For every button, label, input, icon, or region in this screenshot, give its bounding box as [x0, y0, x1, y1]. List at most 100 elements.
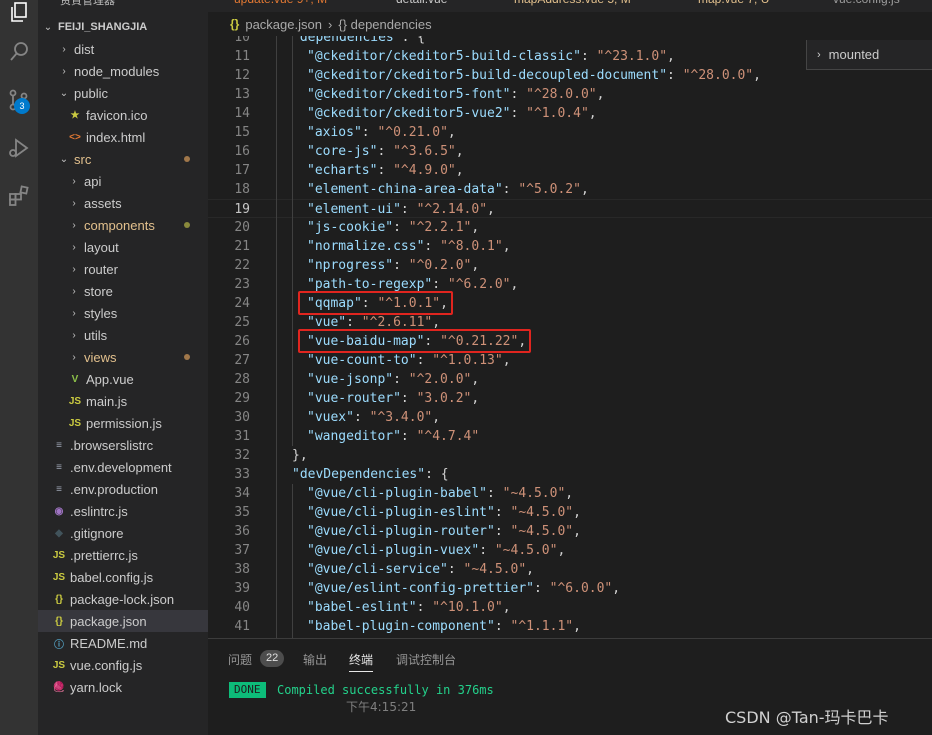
explorer-item-label: store	[84, 283, 113, 299]
tab-problems[interactable]: 问题	[228, 651, 252, 668]
code-text: "vue-jsonp": "^2.0.0",	[307, 372, 480, 387]
line-number: 20	[234, 220, 250, 235]
explorer-item-label: router	[84, 261, 118, 277]
extensions-icon[interactable]	[0, 176, 38, 216]
explorer-item[interactable]: ★ favicon.ico	[38, 104, 208, 126]
line-number: 22	[234, 258, 250, 273]
file-type-icon: ◉	[54, 505, 64, 517]
file-type-icon: ⓘ	[54, 639, 64, 651]
file-type-icon: ≡	[56, 461, 62, 473]
file-type-icon: ◆	[55, 527, 63, 539]
code-text: "@vue/cli-plugin-babel": "~4.5.0",	[307, 486, 574, 501]
explorer-item[interactable]: › assets	[38, 192, 208, 214]
explorer-item[interactable]: ⌄ public	[38, 82, 208, 104]
explorer-item[interactable]: {} package-lock.json	[38, 588, 208, 610]
explorer-item-label: App.vue	[86, 371, 134, 387]
search-icon[interactable]	[0, 32, 38, 72]
explorer-item[interactable]: JS babel.config.js	[38, 566, 208, 588]
code-text: "babel-eslint": "^10.1.0",	[307, 600, 511, 615]
chevron-right-icon: ›	[817, 48, 821, 61]
breadcrumb-file[interactable]: package.json	[245, 17, 322, 32]
explorer-item-label: favicon.ico	[86, 107, 148, 123]
chevron-right-icon: ›	[72, 329, 76, 341]
explorer-item[interactable]: ≡ .env.production	[38, 478, 208, 500]
editor-tab[interactable]: update.vue 9+, M	[234, 0, 327, 12]
modified-dot	[184, 354, 190, 360]
explorer-item-label: views	[84, 349, 117, 365]
code-line: 17 "echarts": "^4.9.0",	[208, 161, 932, 180]
explorer-item[interactable]: {} package.json	[38, 610, 208, 632]
explorer-item-label: styles	[84, 305, 118, 321]
explorer-item-label: assets	[84, 195, 122, 211]
breadcrumb-node[interactable]: {} dependencies	[338, 17, 431, 32]
explorer-item[interactable]: ◉ .eslintrc.js	[38, 500, 208, 522]
line-number: 27	[234, 353, 250, 368]
explorer-item[interactable]: ⌄ src	[38, 148, 208, 170]
explorer-item[interactable]: JS .prettierrc.js	[38, 544, 208, 566]
line-number: 28	[234, 372, 250, 387]
explorer-item[interactable]: JS main.js	[38, 390, 208, 412]
code-text: "vue-router": "3.0.2",	[307, 391, 480, 406]
explorer-item-label: .env.production	[70, 481, 158, 497]
tab-debug-console[interactable]: 调试控制台	[396, 651, 456, 668]
explorer-item[interactable]: ⓘ README.md	[38, 632, 208, 654]
line-number: 16	[234, 144, 250, 159]
explorer-item-label: README.md	[70, 635, 148, 651]
explorer-item[interactable]: 🧶 yarn.lock	[38, 676, 208, 698]
explorer-item[interactable]: › styles	[38, 302, 208, 324]
explorer-item[interactable]: › components	[38, 214, 208, 236]
chevron-right-icon: ›	[62, 43, 66, 55]
explorer-item[interactable]: JS vue.config.js	[38, 654, 208, 676]
explorer-item[interactable]: › node_modules	[38, 60, 208, 82]
explorer-item-label: vue.config.js	[70, 657, 143, 673]
chevron-right-icon: ›	[72, 219, 76, 231]
line-number: 41	[234, 619, 250, 634]
explorer-item[interactable]: › store	[38, 280, 208, 302]
explorer-item-label: package.json	[70, 613, 147, 629]
explorer-item[interactable]: JS permission.js	[38, 412, 208, 434]
explorer-item[interactable]: ≡ .env.development	[38, 456, 208, 478]
explorer-item[interactable]: ≡ .browserslistrc	[38, 434, 208, 456]
code-text: "@vue/eslint-config-prettier": "^6.0.0",	[307, 581, 621, 596]
editor-tab[interactable]: mapAddress.vue 5, M	[514, 0, 631, 12]
explorer-root[interactable]: ⌄ FEIJI_SHANGJIA	[38, 16, 208, 38]
file-type-icon: <>	[69, 131, 81, 143]
explorer-item-label: dist	[74, 41, 95, 57]
explorer-item-label: public	[74, 85, 108, 101]
explorer-item[interactable]: <> index.html	[38, 126, 208, 148]
explorer-item[interactable]: › router	[38, 258, 208, 280]
line-number: 29	[234, 391, 250, 406]
code-line: 29 "vue-router": "3.0.2",	[208, 389, 932, 408]
explorer-item[interactable]: › views	[38, 346, 208, 368]
editor-tab[interactable]: map.vue 7, U	[698, 0, 769, 12]
tab-terminal[interactable]: 终端	[349, 651, 374, 672]
code-line: 15 "axios": "^0.21.0",	[208, 123, 932, 142]
explorer-item-label: package-lock.json	[70, 591, 175, 607]
code-line: 22 "nprogress": "^0.2.0",	[208, 256, 932, 275]
explorer-item[interactable]: ◆ .gitignore	[38, 522, 208, 544]
code-line: 16 "core-js": "^3.6.5",	[208, 142, 932, 161]
explorer-item-label: utils	[84, 327, 108, 343]
explorer-item[interactable]: › dist	[38, 38, 208, 60]
explorer-item-label: yarn.lock	[70, 679, 123, 695]
sticky-scroll-item[interactable]: › mounted	[806, 40, 932, 70]
run-debug-icon[interactable]	[0, 128, 38, 168]
code-editor[interactable]: 10 "dependencies": {11 "@ckeditor/ckeditor…	[208, 36, 932, 638]
editor-tab[interactable]: detail.vue	[396, 0, 447, 12]
explorer-item[interactable]: › api	[38, 170, 208, 192]
explorer-item[interactable]: V App.vue	[38, 368, 208, 390]
code-line: 13 "@ckeditor/ckeditor5-font": "^28.0.0",	[208, 85, 932, 104]
tab-output[interactable]: 输出	[303, 651, 327, 668]
chevron-right-icon: ›	[72, 285, 76, 297]
code-text: "vuex": "^3.4.0",	[307, 410, 441, 425]
code-line: 20 "js-cookie": "^2.2.1",	[208, 218, 932, 237]
explorer-sidebar: 资質管理器 ⌄ FEIJI_SHANGJIA › dist › node_module…	[38, 0, 208, 735]
line-number: 23	[234, 277, 250, 292]
explorer-item[interactable]: › utils	[38, 324, 208, 346]
chevron-right-icon: ›	[62, 65, 66, 77]
explorer-item[interactable]: › layout	[38, 236, 208, 258]
editor-tab[interactable]: vue.config.js	[833, 0, 900, 12]
line-number: 26	[234, 334, 250, 349]
explorer-icon[interactable]	[0, 0, 38, 32]
code-line: 32},	[208, 446, 932, 465]
